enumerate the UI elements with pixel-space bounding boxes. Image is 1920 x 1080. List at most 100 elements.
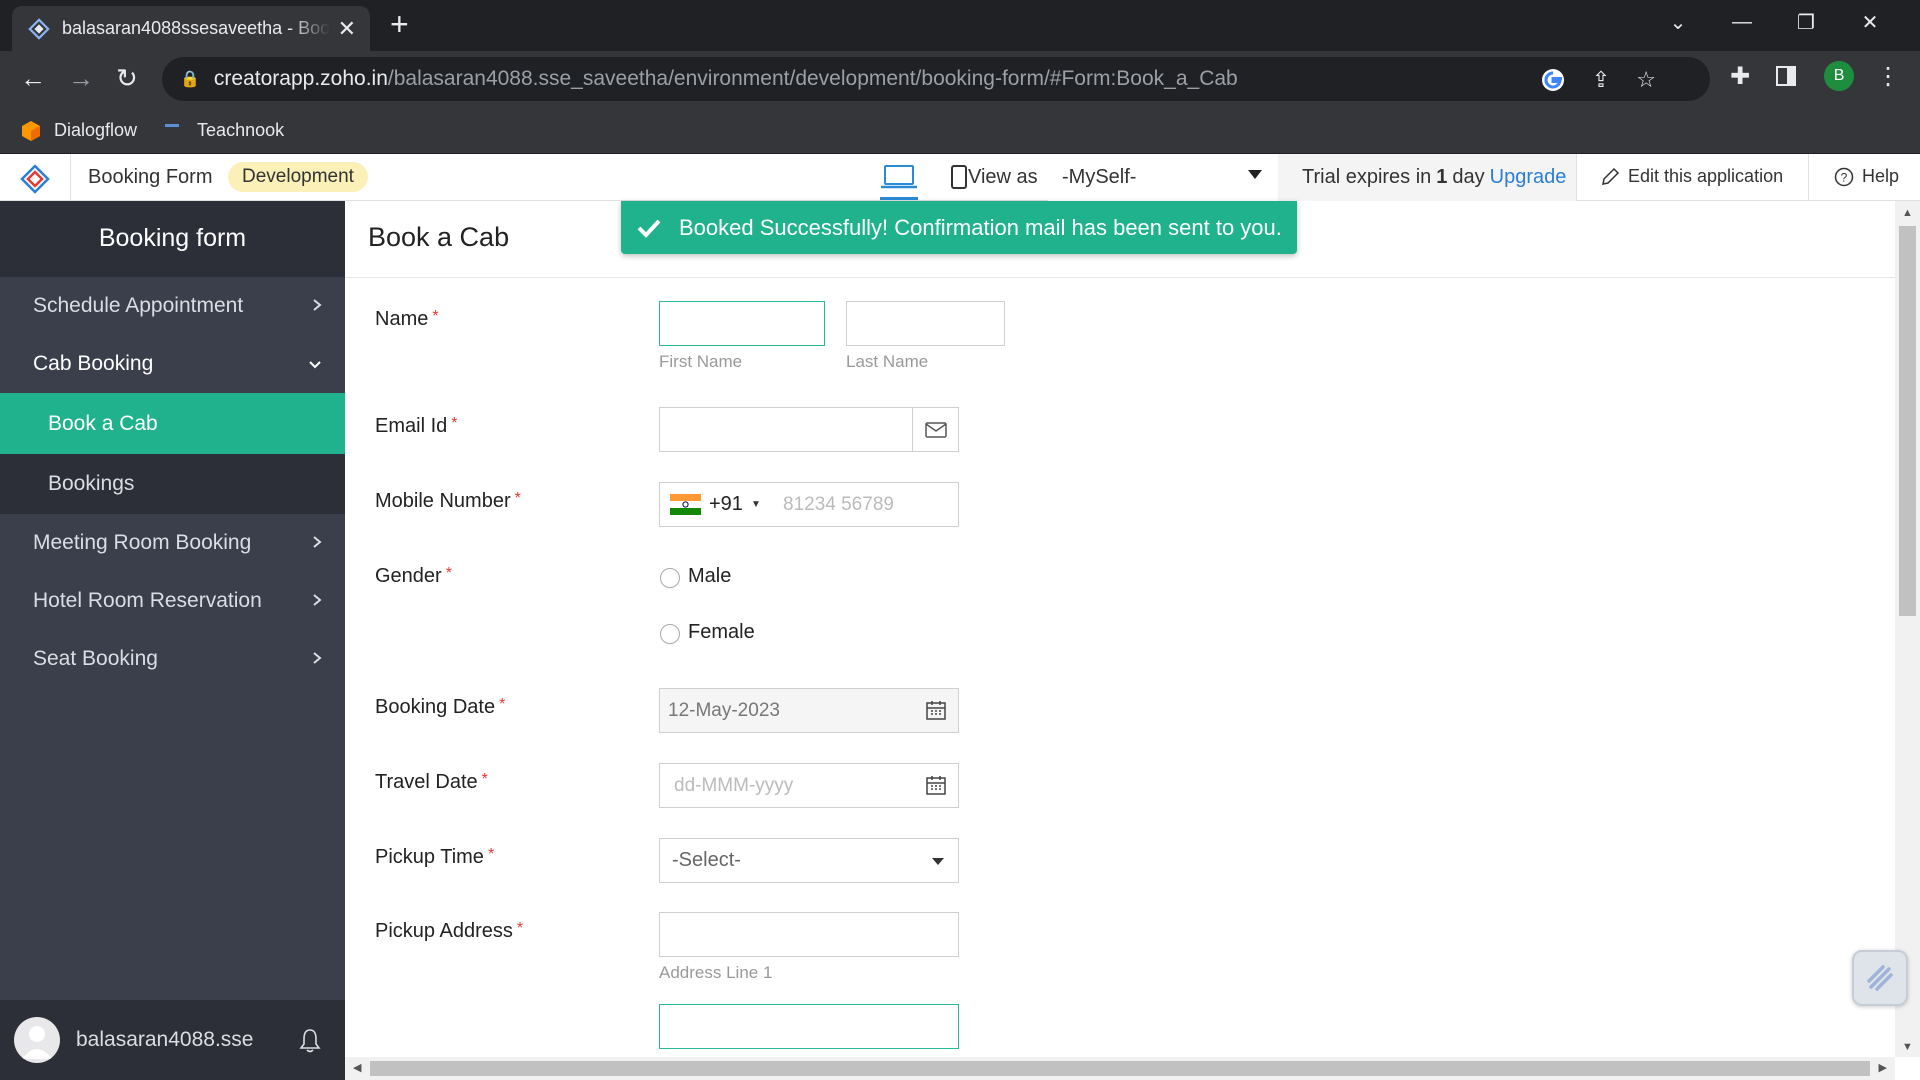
country-code: +91 (709, 493, 743, 515)
reload-icon[interactable]: ↻ (116, 63, 138, 93)
browser-tab[interactable]: balasaran4088ssesaveetha - Booking Form … (12, 6, 370, 51)
desktop-view-icon[interactable] (880, 164, 918, 190)
email-input[interactable] (659, 407, 959, 452)
pickup-time-value: -Select- (672, 849, 741, 871)
sidebar-item-hotel-room-reservation[interactable]: Hotel Room Reservation (0, 572, 345, 630)
address-bar[interactable]: 🔒 creatorapp.zoho.in/balasaran4088.sse_s… (162, 57, 1710, 101)
view-as-label: View as (968, 165, 1038, 188)
bookmark-teachnook[interactable]: Teachnook (165, 120, 284, 141)
sidebar-title: Booking form (0, 201, 345, 277)
sidebar-item-cab-booking[interactable]: Cab Booking (0, 335, 345, 393)
sidebar: Booking form Schedule Appointment Cab Bo… (0, 201, 345, 1080)
restore-icon[interactable]: ❐ (1774, 10, 1838, 35)
horizontal-scrollbar[interactable]: ◀ ▶ (345, 1057, 1895, 1080)
pickup-address-label: Pickup Address * (375, 920, 524, 942)
gender-male-radio[interactable] (660, 568, 680, 588)
tab-search-icon[interactable]: ⌄ (1646, 10, 1710, 35)
floating-action-button[interactable] (1852, 950, 1908, 1006)
sidebar-item-schedule-appointment[interactable]: Schedule Appointment (0, 277, 345, 335)
trial-prefix: Trial expires in (1302, 166, 1432, 188)
mobile-input[interactable]: +91 ▼ 81234 56789 (659, 482, 959, 527)
bookmark-dialogflow[interactable]: Dialogflow (22, 120, 137, 141)
trial-banner: Trial expires in 1 day Upgrade (1278, 154, 1576, 201)
close-window-icon[interactable]: ✕ (1838, 10, 1902, 35)
name-label: Name * (375, 308, 439, 330)
pickup-time-select[interactable]: -Select- (659, 838, 959, 883)
app-name[interactable]: Booking Form (88, 166, 213, 189)
caret-down-icon (932, 858, 944, 865)
sidebar-item-book-a-cab[interactable]: Book a Cab (0, 393, 345, 454)
new-tab-icon[interactable]: + (390, 8, 409, 40)
help-button[interactable]: ? Help (1834, 166, 1899, 187)
vertical-scroll-thumb[interactable] (1899, 226, 1916, 616)
forward-icon[interactable]: → (68, 63, 94, 93)
side-panel-icon[interactable] (1776, 66, 1797, 86)
zoho-creator-favicon (28, 17, 50, 40)
address-line1-hint: Address Line 1 (659, 963, 773, 982)
scroll-left-icon[interactable]: ◀ (353, 1061, 361, 1074)
gender-male-label[interactable]: Male (688, 565, 731, 588)
email-addon (912, 408, 958, 451)
tab-title: balasaran4088ssesaveetha - Booking Form (62, 18, 330, 38)
address-line2-input[interactable] (659, 1004, 959, 1049)
sidebar-item-label: Bookings (48, 472, 135, 495)
pencil-icon (1602, 167, 1620, 185)
first-name-input[interactable] (659, 301, 825, 346)
sidebar-item-label: Seat Booking (33, 647, 158, 670)
gender-female-radio[interactable] (660, 624, 680, 644)
view-as-user-select[interactable]: -MySelf- (1048, 154, 1278, 201)
back-icon[interactable]: ← (20, 63, 46, 93)
scroll-right-icon[interactable]: ▶ (1879, 1061, 1887, 1074)
sidebar-item-meeting-room-booking[interactable]: Meeting Room Booking (0, 514, 345, 572)
google-icon[interactable] (1540, 67, 1566, 93)
view-as-toggle[interactable]: View as (950, 164, 1038, 190)
bookmark-label: Dialogflow (54, 120, 138, 140)
trial-days: 1 (1436, 166, 1448, 188)
first-name-hint: First Name (659, 352, 743, 371)
scroll-down-icon[interactable]: ▼ (1902, 1041, 1913, 1053)
sidebar-item-seat-booking[interactable]: Seat Booking (0, 630, 345, 688)
calendar-icon[interactable] (926, 700, 946, 720)
booking-date-input[interactable]: 12-May-2023 (659, 688, 959, 733)
dialogflow-icon (22, 120, 40, 141)
menu-icon[interactable]: ⋮ (1876, 62, 1900, 91)
address-line1-input[interactable] (659, 912, 959, 957)
horizontal-scroll-thumb[interactable] (370, 1061, 1870, 1076)
zoho-creator-logo-icon[interactable] (20, 164, 50, 194)
help-circle-icon: ? (1834, 167, 1854, 186)
app-header: Booking Form Development View as -MySelf… (0, 154, 1920, 201)
browser-toolbar: ← → ↻ 🔒 creatorapp.zoho.in/balasaran4088… (0, 51, 1920, 108)
extensions-icon[interactable]: ✚ (1730, 62, 1750, 91)
calendar-icon[interactable] (926, 775, 946, 795)
edit-application-button[interactable]: Edit this application (1600, 166, 1783, 187)
travel-date-label: Travel Date * (375, 771, 488, 793)
lock-icon: 🔒 (180, 71, 200, 88)
travel-date-input[interactable]: dd-MMM-yyyy (659, 763, 959, 808)
toast-message: Booked Successfully! Confirmation mail h… (679, 214, 1282, 240)
mobile-view-icon (951, 165, 967, 189)
bell-icon[interactable] (299, 1027, 321, 1053)
svg-text:?: ? (1841, 170, 1848, 184)
username: balasaran4088.sse (76, 1028, 254, 1051)
profile-avatar[interactable]: B (1824, 61, 1855, 91)
scroll-up-icon[interactable]: ▲ (1902, 207, 1913, 219)
environment-badge[interactable]: Development (228, 162, 368, 192)
bookmark-star-icon[interactable]: ☆ (1636, 68, 1656, 92)
last-name-input[interactable] (846, 301, 1005, 346)
booking-date-label: Booking Date * (375, 696, 506, 718)
trial-suffix: day (1452, 166, 1485, 188)
sidebar-item-label: Hotel Room Reservation (33, 589, 262, 612)
share-icon[interactable]: ⇪ (1592, 68, 1610, 92)
vertical-scrollbar[interactable]: ▲ ▼ (1895, 201, 1920, 1057)
help-label: Help (1862, 166, 1900, 186)
country-code-select[interactable]: +91 ▼ (670, 493, 761, 516)
tab-close-icon[interactable]: ✕ (338, 17, 356, 40)
browser-tab-strip: balasaran4088ssesaveetha - Booking Form … (0, 0, 1920, 51)
sidebar-item-label: Meeting Room Booking (33, 531, 252, 554)
minimize-icon[interactable]: — (1710, 11, 1774, 34)
user-avatar[interactable] (14, 1017, 60, 1063)
form-area: Book a Cab Name * First Name Last Name Em… (345, 201, 1895, 1057)
upgrade-link[interactable]: Upgrade (1490, 166, 1567, 189)
gender-female-label[interactable]: Female (688, 621, 755, 644)
sidebar-item-bookings[interactable]: Bookings (0, 454, 345, 514)
